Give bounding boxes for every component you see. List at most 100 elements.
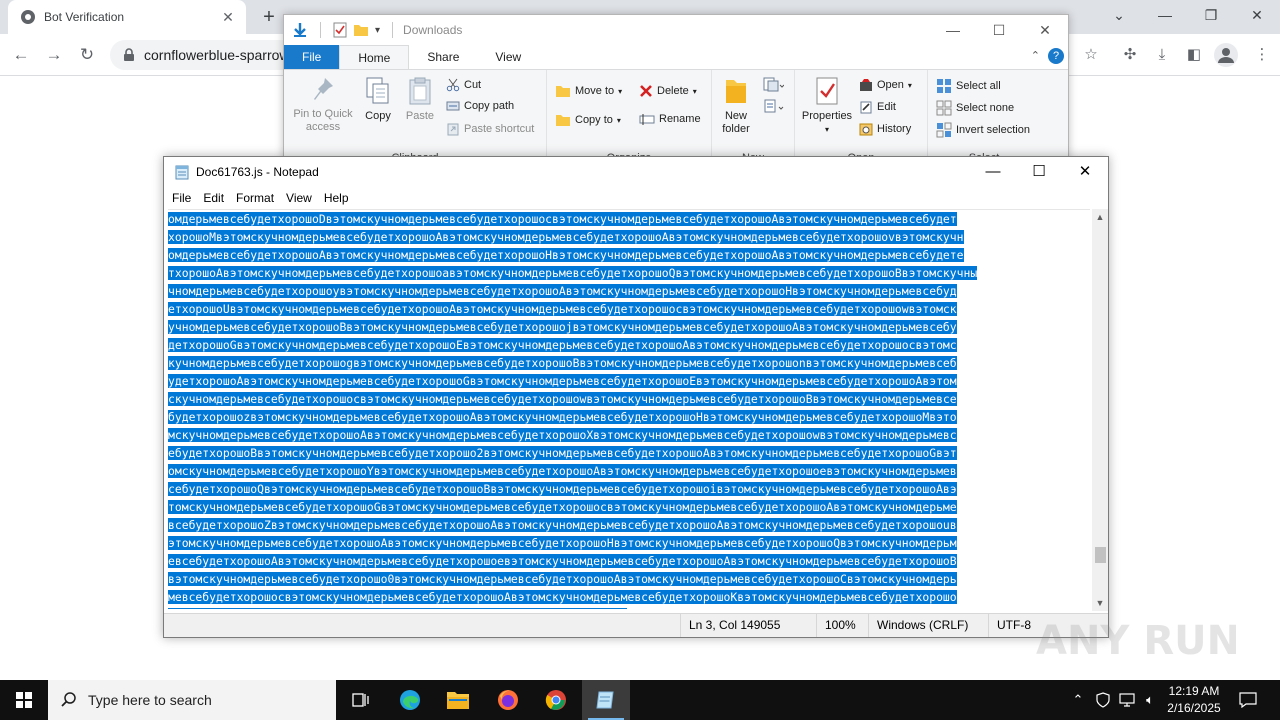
text-line: мевсебудетхорошоcвэтомскучномдерьмевсебу… bbox=[168, 588, 1090, 606]
paste-button[interactable]: Paste bbox=[400, 76, 440, 123]
system-clock[interactable]: 12:19 AM 2/16/2025 bbox=[1158, 683, 1230, 717]
rename-button[interactable]: Rename bbox=[639, 113, 701, 125]
volume-icon[interactable]: 🔈︎ bbox=[1140, 680, 1160, 720]
restore-icon[interactable]: ❐ bbox=[1188, 0, 1234, 30]
delete-x-icon bbox=[640, 85, 652, 97]
selected-text: этомскучномдерьмевсебудетхорошоAвэтомску… bbox=[168, 536, 957, 550]
text-line: ебудетхорошоBвэтомскучномдерьмевсебудетх… bbox=[168, 444, 1090, 462]
properties-button[interactable]: Properties ▾ bbox=[799, 76, 855, 136]
minimize-icon[interactable]: — bbox=[970, 157, 1016, 187]
security-icon[interactable] bbox=[1092, 680, 1114, 720]
reload-icon[interactable]: ↻ bbox=[74, 42, 100, 68]
new-tab-button[interactable]: + bbox=[256, 5, 282, 31]
chevron-down-icon: ▾ bbox=[824, 125, 829, 134]
edit-button[interactable]: Edit bbox=[859, 100, 896, 114]
tab-share[interactable]: Share bbox=[409, 45, 477, 69]
notifications-icon[interactable] bbox=[1236, 680, 1260, 720]
tab-view[interactable]: View bbox=[477, 45, 539, 69]
chevron-up-icon[interactable]: ⌃ bbox=[1031, 49, 1040, 62]
cut-button[interactable]: Cut bbox=[446, 78, 481, 92]
firefox-taskbar-button[interactable] bbox=[484, 680, 532, 720]
copy-path-button[interactable]: Copy path bbox=[446, 100, 514, 112]
zoom-level: 100% bbox=[816, 614, 868, 637]
file-explorer-window: ▾ Downloads — ☐ ✕ File Home Share View ⌃… bbox=[283, 14, 1069, 166]
close-icon[interactable]: ✕ bbox=[220, 9, 236, 25]
selected-text: омдерьмевсебудетхорошоDвэтомскучномдерьм… bbox=[168, 212, 957, 226]
menu-edit[interactable]: Edit bbox=[197, 191, 230, 205]
monitor-network-icon bbox=[1119, 693, 1135, 707]
menu-icon[interactable]: ⋮ bbox=[1252, 45, 1272, 65]
watermark-text: ANY RUN bbox=[1036, 618, 1236, 664]
copy-to-button[interactable]: Copy to ▾ bbox=[555, 113, 621, 127]
download-icon[interactable]: ⤓ bbox=[1152, 45, 1172, 65]
select-none-button[interactable]: Select none bbox=[936, 100, 1014, 116]
text-editor-area[interactable]: омдерьмевсебудетхорошоDвэтомскучномдерьм… bbox=[168, 209, 1090, 609]
close-icon[interactable]: ✕ bbox=[1022, 15, 1068, 45]
minimize-icon[interactable]: — bbox=[930, 15, 976, 45]
selected-text: тхорошоAвэтомскучномдерьмевсебудетхорошо… bbox=[168, 266, 978, 280]
scroll-thumb[interactable] bbox=[1095, 547, 1106, 563]
text-line: омскучномдерьмевсебудетхорошоYвэтомскучн… bbox=[168, 462, 1090, 480]
copy-path-icon bbox=[446, 101, 460, 111]
new-item-button[interactable] bbox=[762, 76, 784, 92]
easy-access-button[interactable] bbox=[762, 98, 784, 114]
minimize-icon[interactable]: — bbox=[1142, 0, 1188, 30]
start-button[interactable] bbox=[0, 680, 48, 720]
file-explorer-taskbar-button[interactable] bbox=[434, 680, 482, 720]
side-panel-icon[interactable]: ◧ bbox=[1184, 45, 1204, 65]
chrome-taskbar-button[interactable] bbox=[532, 680, 580, 720]
edge-taskbar-button[interactable] bbox=[386, 680, 434, 720]
menu-format[interactable]: Format bbox=[230, 191, 280, 205]
menu-help[interactable]: Help bbox=[318, 191, 355, 205]
vertical-scrollbar[interactable]: ▲ ▼ bbox=[1092, 209, 1108, 611]
new-folder-icon[interactable] bbox=[353, 23, 369, 37]
forward-icon[interactable]: → bbox=[41, 42, 67, 68]
text-line: детхорошоGвэтомскучномдерьмевсебудетхоро… bbox=[168, 336, 1090, 354]
menu-view[interactable]: View bbox=[280, 191, 318, 205]
tab-file[interactable]: File bbox=[284, 45, 340, 69]
star-icon[interactable]: ☆ bbox=[1081, 45, 1101, 65]
copy-button[interactable]: Copy bbox=[360, 76, 396, 123]
help-icon[interactable]: ? bbox=[1048, 48, 1064, 64]
close-icon[interactable]: ✕ bbox=[1062, 157, 1108, 187]
selected-text: удетхорошоAвэтомскучномдерьмевсебудетхор… bbox=[168, 374, 957, 388]
text-line: будетхорошоzвэтомскучномдерьмевсебудетхо… bbox=[168, 408, 1090, 426]
chevron-up-icon[interactable]: ⌃ bbox=[1068, 680, 1088, 720]
invert-selection-button[interactable]: Invert selection bbox=[936, 122, 1030, 138]
selected-text: себудетхорошоQвэтомскучномдерьмевсебудет… bbox=[168, 482, 957, 496]
quick-access-toolbar: ▾ bbox=[292, 22, 399, 38]
maximize-icon[interactable]: ☐ bbox=[976, 15, 1022, 45]
profile-avatar[interactable] bbox=[1214, 43, 1238, 67]
paste-shortcut-button[interactable]: Paste shortcut bbox=[446, 122, 534, 136]
delete-button[interactable]: Delete ▾ bbox=[639, 84, 697, 98]
task-view-button[interactable] bbox=[336, 680, 384, 720]
network-icon[interactable] bbox=[1116, 680, 1138, 720]
tab-home[interactable]: Home bbox=[339, 45, 410, 69]
new-folder-button[interactable]: New folder bbox=[716, 76, 756, 136]
chevron-down-icon[interactable]: ▾ bbox=[375, 25, 380, 36]
person-icon bbox=[1218, 48, 1234, 63]
pin-icon bbox=[314, 78, 333, 100]
selected-text: омскучномдерьмевсебудетхорошоYвэтомскучн… bbox=[168, 464, 957, 478]
notepad-taskbar-button[interactable] bbox=[582, 680, 630, 720]
open-button[interactable]: Open ▾ bbox=[859, 78, 912, 92]
move-to-button[interactable]: Move to ▾ bbox=[555, 84, 622, 98]
history-button[interactable]: History bbox=[859, 122, 911, 136]
browser-tab[interactable]: Bot Verification ✕ bbox=[8, 0, 246, 34]
taskbar-search[interactable]: Type here to search bbox=[48, 680, 336, 720]
select-all-button[interactable]: Select all bbox=[936, 78, 1001, 94]
back-icon[interactable]: ← bbox=[8, 42, 34, 68]
maximize-icon[interactable]: ☐ bbox=[1016, 157, 1062, 187]
properties-icon[interactable] bbox=[333, 22, 347, 38]
tab-search-icon[interactable]: ⌄ bbox=[1096, 0, 1142, 30]
pin-to-quick-access-button[interactable]: Pin to Quick access bbox=[290, 76, 356, 134]
text-line: мскучномдерьмевсебудетхорошоAвэтомскучно… bbox=[168, 426, 1090, 444]
select-none-icon bbox=[936, 100, 952, 116]
clock-date: 2/16/2025 bbox=[1167, 701, 1221, 715]
selected-text: томскучномдерьмевсебудетхорошоGвэтомскуч… bbox=[168, 500, 957, 514]
select-group: Select all Select none Invert selection … bbox=[928, 70, 1040, 166]
extensions-icon[interactable]: ✣ bbox=[1120, 45, 1140, 65]
close-icon[interactable]: ✕ bbox=[1234, 0, 1280, 30]
scroll-up-icon[interactable]: ▲ bbox=[1092, 209, 1108, 225]
menu-file[interactable]: File bbox=[166, 191, 197, 205]
